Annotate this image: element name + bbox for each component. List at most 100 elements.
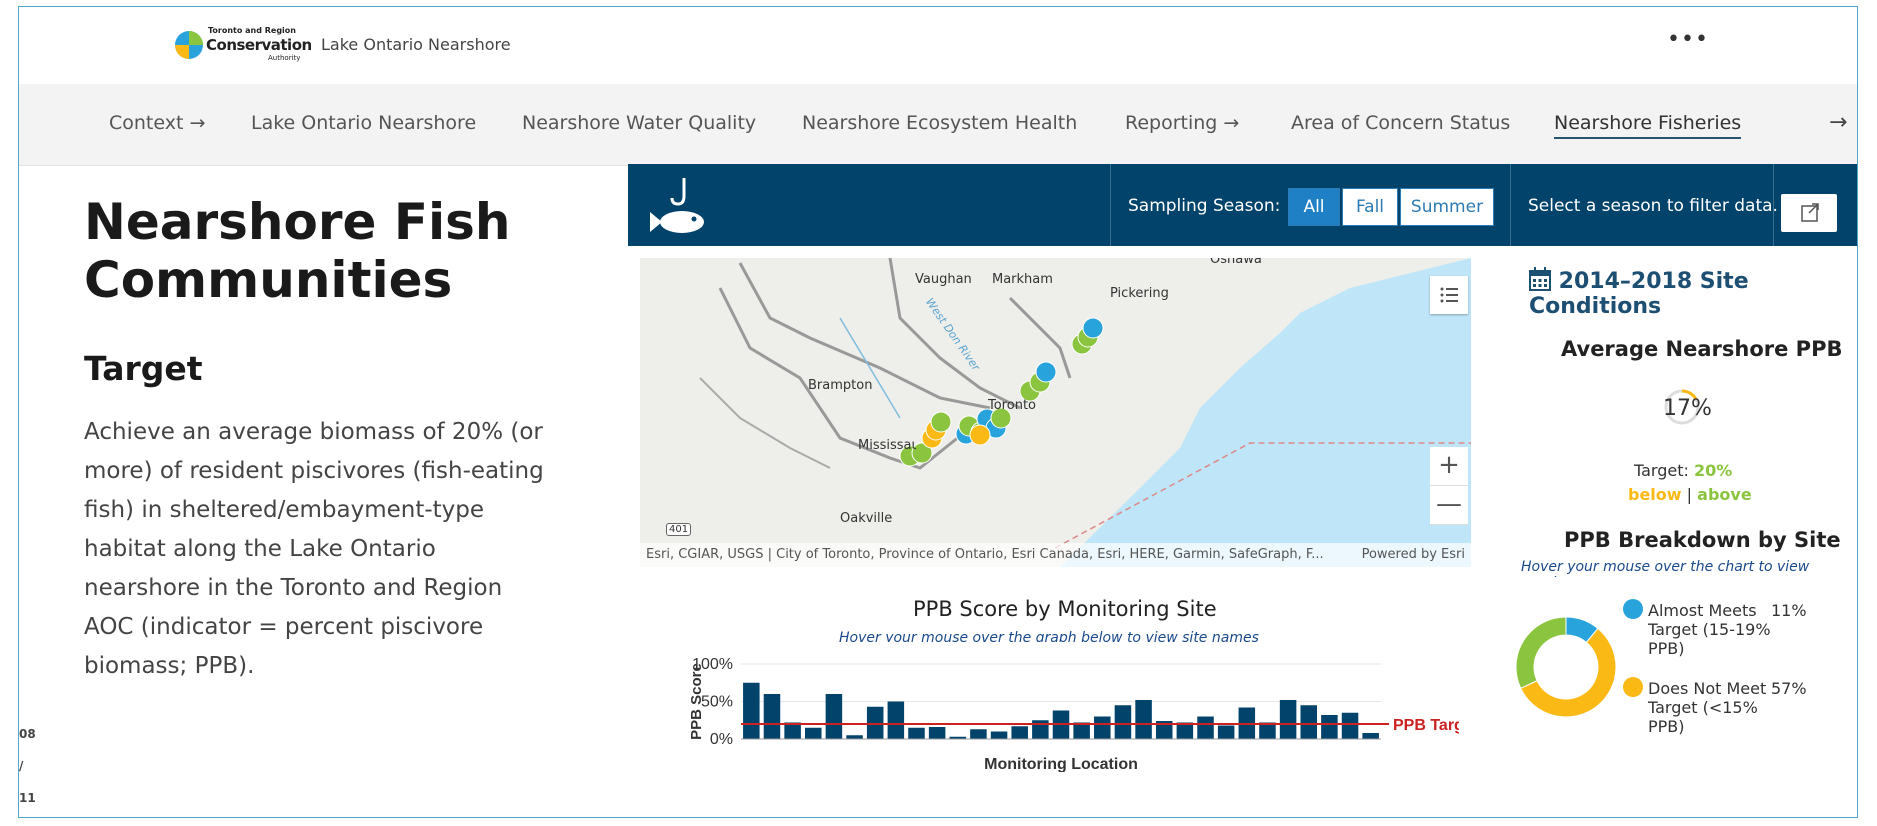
top-bar: Toronto and Region Conservation Authorit… bbox=[19, 7, 1857, 85]
avg-ppb-title: Average Nearshore PPB bbox=[1561, 337, 1843, 361]
site-conditions-title-text: 2014–2018 Site Conditions bbox=[1529, 269, 1749, 319]
bar bbox=[990, 731, 1008, 739]
list-icon bbox=[1440, 287, 1458, 303]
nav-item-ecosystem-health[interactable]: Nearshore Ecosystem Health bbox=[802, 112, 1077, 134]
legend-dot-does-not-meet bbox=[1623, 677, 1643, 697]
bar bbox=[1321, 715, 1338, 739]
map-label-pickering: Pickering bbox=[1110, 286, 1169, 301]
bar bbox=[887, 701, 905, 739]
sampling-season-label: Sampling Season: bbox=[1128, 196, 1281, 216]
trca-logo-icon bbox=[175, 31, 203, 59]
bar-chart-subtitle: Hover your mouse over the graph below to… bbox=[839, 630, 1259, 642]
target-line: Target: 20% bbox=[1634, 461, 1732, 480]
site-conditions-title: 2014–2018 Site Conditions bbox=[1529, 267, 1857, 319]
breakdown-subtitle: Hover your mouse over the chart to view … bbox=[1521, 559, 1810, 577]
bar bbox=[1341, 712, 1359, 739]
logo-line3: Authority bbox=[268, 54, 301, 62]
header-divider bbox=[1773, 164, 1774, 246]
bar-chart-title: PPB Score by Monitoring Site bbox=[913, 597, 1217, 621]
avg-ppb-value: 17% bbox=[1663, 396, 1712, 421]
nav-item-context[interactable]: Context → bbox=[109, 112, 205, 134]
legend-does-not-meet-line1: Does Not Meet bbox=[1648, 679, 1767, 698]
popout-button[interactable] bbox=[1781, 194, 1837, 232]
season-summer-button[interactable]: Summer bbox=[1400, 188, 1494, 226]
logo-line2: Conservation bbox=[206, 36, 312, 54]
calendar-icon bbox=[1529, 267, 1551, 291]
nav-item-nearshore-fisheries[interactable]: Nearshore Fisheries bbox=[1554, 112, 1742, 139]
map-label-vaughan: Vaughan bbox=[915, 272, 972, 287]
filter-note: Select a season to filter data. bbox=[1528, 196, 1778, 216]
bar bbox=[743, 682, 760, 739]
page-title: Nearshore Fish Communities bbox=[84, 193, 554, 309]
donut-slice bbox=[1515, 616, 1567, 689]
map-legend-button[interactable] bbox=[1430, 276, 1468, 314]
bar bbox=[805, 727, 822, 739]
above-label: above bbox=[1697, 485, 1752, 504]
trca-logo[interactable]: Toronto and Region Conservation Authorit… bbox=[174, 24, 314, 64]
nav-item-lake-ontario-nearshore[interactable]: Lake Ontario Nearshore bbox=[251, 112, 476, 134]
target-value: 20% bbox=[1693, 461, 1733, 480]
bar bbox=[970, 729, 987, 739]
highway-401-shield: 401 bbox=[666, 523, 692, 536]
bar bbox=[846, 735, 863, 739]
bar bbox=[1197, 716, 1214, 739]
nav-next-arrow-icon[interactable]: → bbox=[1829, 110, 1847, 135]
legend-divider: | bbox=[1686, 485, 1693, 504]
target-description: Achieve an average biomass of 20% (or mo… bbox=[84, 419, 544, 679]
x-axis-label: Monitoring Location bbox=[984, 756, 1138, 772]
below-label: below bbox=[1628, 485, 1682, 504]
legend-almost-meets-line1: Almost Meets bbox=[1648, 601, 1757, 620]
y-axis-label: PPB Score bbox=[688, 663, 705, 740]
bar bbox=[1011, 726, 1028, 739]
legend-does-not-meet-line3: PPB) bbox=[1648, 717, 1685, 736]
bar bbox=[866, 706, 884, 739]
nav-item-reporting[interactable]: Reporting → bbox=[1125, 112, 1239, 134]
bar bbox=[1114, 705, 1132, 739]
target-line-label: PPB Target bbox=[1393, 717, 1459, 734]
date-day: 08 bbox=[19, 727, 36, 741]
season-fall-button[interactable]: Fall bbox=[1342, 188, 1398, 226]
site-map[interactable]: Oshawa Vaughan Markham Pickering West Do… bbox=[640, 258, 1471, 567]
logo-line1: Toronto and Region bbox=[208, 26, 296, 35]
legend-does-not-meet-pct: 57% bbox=[1771, 679, 1807, 698]
ppb-bar-chart[interactable]: 100%50%0%PPB TargetMonitoring LocationPP… bbox=[679, 652, 1459, 772]
legend-almost-meets-pct: 11% bbox=[1771, 601, 1807, 620]
below-above-legend: below | above bbox=[1628, 485, 1752, 504]
ppb-donut-chart[interactable] bbox=[1511, 612, 1621, 722]
legend-almost-meets-line2: Target (15-19% bbox=[1648, 620, 1771, 639]
date-month: 11 bbox=[19, 791, 36, 805]
more-menu-icon[interactable]: ••• bbox=[1667, 27, 1709, 52]
bar bbox=[1135, 700, 1152, 739]
bar bbox=[1279, 700, 1297, 739]
page-title-line1: Nearshore Fish bbox=[84, 193, 511, 251]
header-divider bbox=[1510, 164, 1511, 246]
map-label-brampton: Brampton bbox=[808, 378, 873, 393]
map-canvas[interactable] bbox=[640, 258, 1471, 567]
bar bbox=[1094, 716, 1111, 739]
y-tick-label: 50% bbox=[701, 694, 733, 711]
bar bbox=[908, 727, 925, 739]
zoom-out-button[interactable]: — bbox=[1430, 486, 1468, 525]
season-all-button[interactable]: All bbox=[1288, 188, 1340, 226]
fish-hook-icon bbox=[650, 178, 704, 233]
external-link-icon bbox=[1801, 203, 1819, 222]
bar bbox=[825, 694, 843, 739]
nav-item-aoc-status[interactable]: Area of Concern Status bbox=[1291, 112, 1510, 134]
page-frame: Toronto and Region Conservation Authorit… bbox=[18, 6, 1858, 818]
bar bbox=[1362, 733, 1379, 739]
map-label-mississauga: Mississauga bbox=[858, 438, 916, 453]
map-label-oshawa: Oshawa bbox=[1210, 258, 1262, 267]
page-title-line2: Communities bbox=[84, 251, 453, 309]
map-attribution: Esri, CGIAR, USGS | City of Toronto, Pro… bbox=[640, 543, 1471, 567]
nav-item-water-quality[interactable]: Nearshore Water Quality bbox=[522, 112, 756, 134]
zoom-in-button[interactable]: + bbox=[1430, 447, 1468, 486]
legend-does-not-meet: Does Not Meet Target (<15% PPB) bbox=[1648, 679, 1778, 736]
date-separator: / bbox=[19, 759, 24, 773]
legend-almost-meets: Almost Meets Target (15-19% PPB) bbox=[1648, 601, 1778, 658]
dashboard-header: Sampling Season: All Fall Summer Select … bbox=[628, 164, 1857, 246]
site-title[interactable]: Lake Ontario Nearshore bbox=[321, 35, 511, 54]
legend-does-not-meet-line2: Target (<15% bbox=[1648, 698, 1758, 717]
header-divider bbox=[1110, 164, 1111, 246]
powered-by-esri[interactable]: Powered by Esri bbox=[1362, 543, 1465, 567]
bar bbox=[928, 727, 946, 739]
